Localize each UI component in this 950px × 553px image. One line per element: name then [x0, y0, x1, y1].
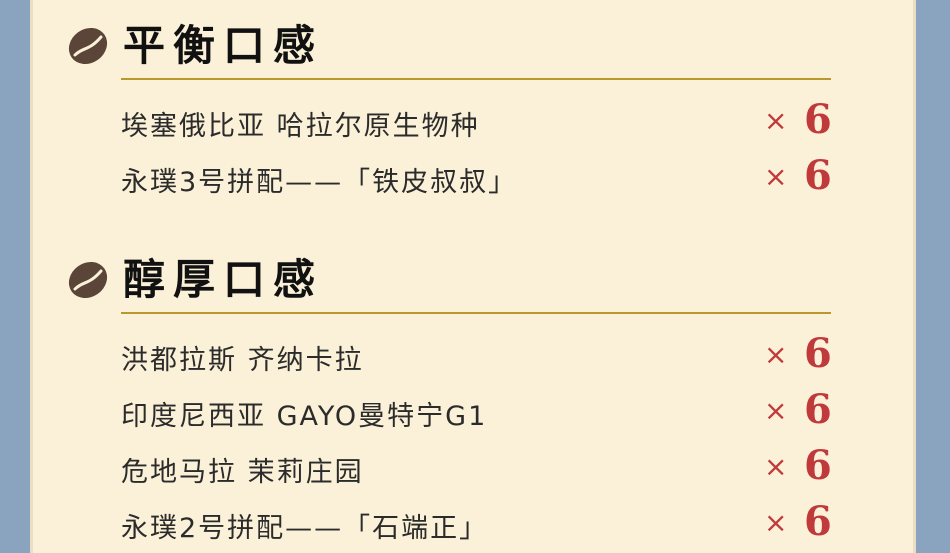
list-item: 洪都拉斯 齐纳卡拉 × 6: [121, 330, 833, 382]
times-sign: ×: [764, 160, 788, 193]
item-name: 印度尼西亚 GAYO曼特宁G1: [121, 401, 488, 432]
item-name: 永璞2号拼配——「石端正」: [121, 513, 489, 544]
section-heading-row: 醇厚口感: [33, 252, 913, 308]
times-sign: ×: [764, 394, 788, 427]
item-name: 永璞3号拼配——「铁皮叔叔」: [121, 167, 518, 198]
item-name: 危地马拉 茉莉庄园: [121, 457, 364, 488]
menu-card: 平衡口感 埃塞俄比亚 哈拉尔原生物种 × 6 永璞3号拼配——「铁皮叔叔」 × …: [30, 0, 916, 553]
times-sign: ×: [764, 338, 788, 371]
item-quantity: 6: [804, 96, 832, 143]
coffee-bean-icon: [68, 261, 108, 299]
section-title: 平衡口感: [123, 21, 324, 70]
section-title: 醇厚口感: [123, 255, 324, 304]
item-quantity: 6: [804, 386, 832, 433]
list-item: 印度尼西亚 GAYO曼特宁G1 × 6: [121, 386, 833, 438]
section-heading-row: 平衡口感: [33, 18, 913, 74]
section-divider: [121, 312, 831, 314]
times-sign: ×: [764, 104, 788, 137]
item-name: 埃塞俄比亚 哈拉尔原生物种: [121, 111, 480, 142]
list-item: 永璞3号拼配——「铁皮叔叔」 × 6: [121, 152, 833, 204]
list-item: 埃塞俄比亚 哈拉尔原生物种 × 6: [121, 96, 833, 148]
item-quantity: 6: [804, 442, 832, 489]
item-quantity: 6: [804, 498, 832, 545]
list-item: 危地马拉 茉莉庄园 × 6: [121, 442, 833, 494]
times-sign: ×: [764, 506, 788, 539]
list-item: 永璞2号拼配——「石端正」 × 6: [121, 498, 833, 550]
item-name: 洪都拉斯 齐纳卡拉: [121, 345, 364, 376]
section-divider: [121, 78, 831, 80]
item-quantity: 6: [804, 152, 832, 199]
coffee-bean-icon: [68, 27, 108, 65]
item-quantity: 6: [804, 330, 832, 377]
times-sign: ×: [764, 450, 788, 483]
